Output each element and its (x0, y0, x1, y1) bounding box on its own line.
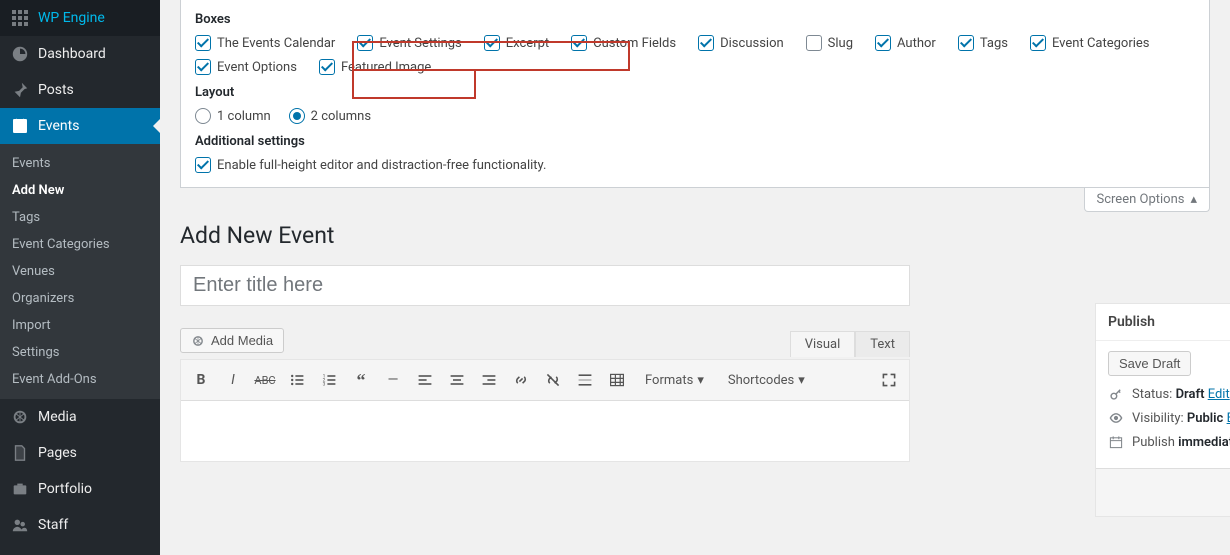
link-button[interactable] (507, 366, 535, 394)
tab-visual[interactable]: Visual (790, 331, 856, 357)
checkbox-custom-fields[interactable]: Custom Fields (571, 35, 676, 51)
submenu-item-tags[interactable]: Tags (0, 204, 160, 231)
blockquote-button[interactable]: “ (347, 366, 375, 394)
staff-icon (10, 515, 30, 535)
checkbox-featured-image[interactable]: Featured Image (319, 59, 431, 75)
strikethrough-button[interactable]: ABC (251, 366, 279, 394)
layout-heading: Layout (195, 85, 1195, 100)
chevron-down-icon: ▾ (798, 373, 805, 388)
content-editor: B I ABC 123 “ — Formats▾ Shortcodes▾ (180, 359, 910, 462)
sidebar-item-label: Dashboard (38, 46, 106, 62)
tab-text[interactable]: Text (855, 331, 910, 357)
sidebar-item-label: WP Engine (38, 10, 105, 26)
page-icon (10, 443, 30, 463)
checkbox-event-options[interactable]: Event Options (195, 59, 297, 75)
table-button[interactable] (603, 366, 631, 394)
events-submenu: Events Add New Tags Event Categories Ven… (0, 144, 160, 399)
media-icon (10, 407, 30, 427)
media-icon (191, 334, 205, 348)
calendar-icon (1108, 434, 1124, 450)
sidebar-item-label: Pages (38, 445, 77, 461)
submenu-item-venues[interactable]: Venues (0, 258, 160, 285)
sidebar-item-events[interactable]: Events (0, 108, 160, 144)
editor-toolbar: B I ABC 123 “ — Formats▾ Shortcodes▾ (181, 360, 909, 401)
bold-button[interactable]: B (187, 366, 215, 394)
unlink-button[interactable] (539, 366, 567, 394)
submenu-item-organizers[interactable]: Organizers (0, 285, 160, 312)
edit-status-link[interactable]: Edit (1208, 387, 1230, 402)
submenu-item-event-addons[interactable]: Event Add-Ons (0, 366, 160, 393)
publish-heading: Publish (1108, 314, 1155, 330)
sidebar-item-label: Staff (38, 517, 68, 533)
checkbox-full-height-editor[interactable]: Enable full-height editor and distractio… (195, 157, 1195, 173)
formats-dropdown[interactable]: Formats▾ (635, 366, 714, 394)
edit-visibility-link[interactable]: Edit (1227, 411, 1230, 426)
fullscreen-button[interactable] (875, 366, 903, 394)
checkbox-tags[interactable]: Tags (958, 35, 1008, 51)
sidebar-item-staff[interactable]: Staff (0, 507, 160, 543)
bullet-list-button[interactable] (283, 366, 311, 394)
checkbox-event-settings[interactable]: Event Settings (357, 35, 461, 51)
submenu-item-import[interactable]: Import (0, 312, 160, 339)
main-content: Boxes The Events Calendar Event Settings… (160, 0, 1230, 555)
screen-options-panel: Boxes The Events Calendar Event Settings… (180, 0, 1210, 188)
shortcodes-dropdown[interactable]: Shortcodes▾ (718, 366, 815, 394)
align-center-button[interactable] (443, 366, 471, 394)
submenu-item-add-new[interactable]: Add New (0, 177, 160, 204)
svg-text:3: 3 (323, 382, 326, 388)
numbered-list-button[interactable]: 123 (315, 366, 343, 394)
portfolio-icon (10, 479, 30, 499)
checkbox-excerpt[interactable]: Excerpt (484, 35, 549, 51)
insert-more-button[interactable] (571, 366, 599, 394)
page-title: Add New Event (180, 222, 1210, 249)
chevron-up-icon: ▴ (1190, 192, 1197, 207)
submenu-item-settings[interactable]: Settings (0, 339, 160, 366)
event-title-input[interactable] (180, 265, 910, 306)
additional-heading: Additional settings (195, 134, 1195, 149)
chevron-down-icon: ▾ (697, 373, 704, 388)
sidebar-item-pages[interactable]: Pages (0, 435, 160, 471)
key-icon (1108, 386, 1124, 402)
sidebar-item-dashboard[interactable]: Dashboard (0, 36, 160, 72)
sidebar-item-label: Events (38, 118, 79, 134)
save-draft-button[interactable]: Save Draft (1108, 351, 1191, 376)
calendar-icon (10, 116, 30, 136)
sidebar-item-label: Posts (38, 82, 74, 98)
submenu-item-events[interactable]: Events (0, 150, 160, 177)
checkbox-author[interactable]: Author (875, 35, 936, 51)
italic-button[interactable]: I (219, 366, 247, 394)
pin-icon (10, 80, 30, 100)
sidebar-item-label: Media (38, 409, 77, 425)
dashboard-icon (10, 44, 30, 64)
checkbox-the-events-calendar[interactable]: The Events Calendar (195, 35, 335, 51)
checkbox-event-categories[interactable]: Event Categories (1030, 35, 1150, 51)
sidebar-item-portfolio[interactable]: Portfolio (0, 471, 160, 507)
checkbox-slug[interactable]: Slug (806, 35, 853, 51)
wpengine-icon (10, 8, 30, 28)
sidebar-item-wp-engine[interactable]: WP Engine (0, 0, 160, 36)
screen-options-toggle[interactable]: Screen Options ▴ (1084, 188, 1211, 212)
editor-mode-tabs: Visual Text (790, 331, 910, 357)
submenu-item-event-categories[interactable]: Event Categories (0, 231, 160, 258)
sidebar-item-media[interactable]: Media (0, 399, 160, 435)
align-right-button[interactable] (475, 366, 503, 394)
admin-sidebar: WP Engine Dashboard Posts Events Events … (0, 0, 160, 555)
publish-metabox: Publish ▴ Save Draft Preview Status: Dra… (1095, 303, 1230, 517)
hr-button[interactable]: — (379, 366, 407, 394)
radio-1-column[interactable]: 1 column (195, 108, 271, 124)
sidebar-item-posts[interactable]: Posts (0, 72, 160, 108)
boxes-heading: Boxes (195, 12, 1195, 27)
visibility-icon (1108, 410, 1124, 426)
add-media-button[interactable]: Add Media (180, 328, 284, 353)
radio-2-columns[interactable]: 2 columns (289, 108, 371, 124)
sidebar-item-label: Portfolio (38, 481, 92, 497)
align-left-button[interactable] (411, 366, 439, 394)
checkbox-discussion[interactable]: Discussion (698, 35, 784, 51)
editor-content-area[interactable] (181, 401, 909, 461)
